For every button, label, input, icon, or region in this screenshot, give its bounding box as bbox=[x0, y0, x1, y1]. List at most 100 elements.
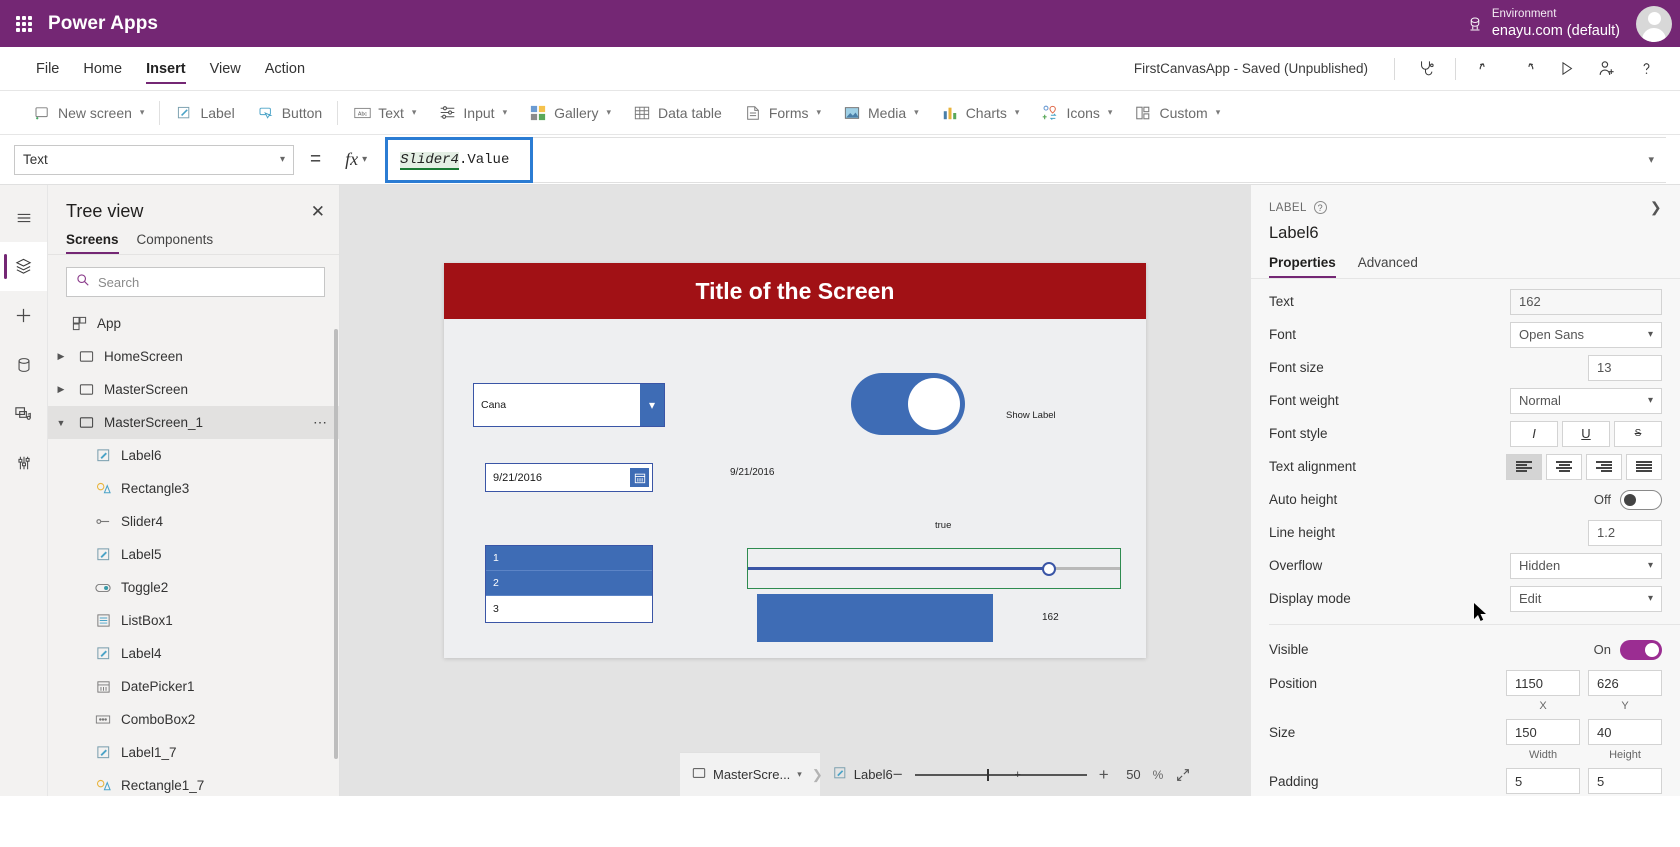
chevron-down-icon[interactable]: ▾ bbox=[640, 384, 664, 426]
advanced-tools-icon[interactable] bbox=[0, 438, 47, 487]
slider-track[interactable] bbox=[748, 561, 1120, 576]
tree-node-label4[interactable]: Label4 bbox=[48, 637, 339, 670]
undo-icon[interactable] bbox=[1466, 49, 1506, 89]
property-selector[interactable]: Text ▾ bbox=[14, 144, 294, 175]
menu-item-action[interactable]: Action bbox=[253, 47, 317, 90]
align-right-button[interactable] bbox=[1586, 453, 1622, 480]
tree-node-combobox2[interactable]: ComboBox2 bbox=[48, 703, 339, 736]
ribbon-custom[interactable]: Custom ▾ bbox=[1123, 98, 1231, 128]
app-checker-icon[interactable] bbox=[1405, 49, 1445, 89]
tree-node-listbox1[interactable]: ListBox1 bbox=[48, 604, 339, 637]
tree-node-slider4[interactable]: Slider4 bbox=[48, 505, 339, 538]
listbox-item[interactable]: 1 bbox=[486, 546, 652, 571]
help-circle-icon[interactable]: ? bbox=[1313, 201, 1327, 214]
hamburger-menu-icon[interactable] bbox=[0, 193, 47, 242]
search-box[interactable] bbox=[66, 267, 325, 297]
share-icon[interactable] bbox=[1586, 49, 1626, 89]
position-y-field[interactable]: 626 bbox=[1588, 670, 1662, 696]
more-options-icon[interactable]: ⋯ bbox=[313, 414, 329, 431]
ribbon-data-table[interactable]: Data table bbox=[622, 98, 733, 128]
italic-button[interactable]: I bbox=[1510, 420, 1558, 447]
canvas-datepicker[interactable]: 9/21/2016 bbox=[485, 463, 653, 492]
align-justify-button[interactable] bbox=[1626, 453, 1662, 480]
tree-scrollbar[interactable] bbox=[334, 329, 338, 759]
environment-block[interactable]: Environment enayu.com (default) bbox=[1492, 7, 1636, 40]
tree-node-rectangle1-7[interactable]: Rectangle1_7 bbox=[48, 769, 339, 796]
tree-node-list[interactable]: App ▶ HomeScreen ▶ MasterScreen ▼ Master… bbox=[48, 307, 339, 796]
chevron-right-icon[interactable]: ▶ bbox=[54, 351, 68, 362]
size-height-field[interactable]: 40 bbox=[1588, 719, 1662, 745]
align-center-button[interactable] bbox=[1546, 453, 1582, 480]
ribbon-forms[interactable]: Forms ▾ bbox=[733, 98, 832, 128]
tree-node-masterscreen[interactable]: ▶ MasterScreen bbox=[48, 373, 339, 406]
fit-to-screen-icon[interactable] bbox=[1175, 767, 1191, 783]
zoom-out-button[interactable]: − bbox=[893, 766, 903, 783]
redo-icon[interactable] bbox=[1506, 49, 1546, 89]
underline-button[interactable]: U bbox=[1562, 420, 1610, 447]
ribbon-input[interactable]: Input ▾ bbox=[427, 98, 518, 128]
canvas-combobox[interactable]: Cana ▾ bbox=[473, 383, 665, 427]
position-x-field[interactable]: 1150 bbox=[1506, 670, 1580, 696]
chevron-right-icon[interactable]: ▶ bbox=[54, 384, 68, 395]
menu-item-insert[interactable]: Insert bbox=[134, 47, 198, 90]
overflow-select[interactable]: Hidden ▾ bbox=[1510, 552, 1662, 579]
tree-view-layers-icon[interactable] bbox=[0, 242, 47, 291]
padding-bottom-field[interactable]: 5 bbox=[1588, 768, 1662, 794]
ribbon-text[interactable]: Abc Text ▾ bbox=[342, 98, 427, 128]
ribbon-charts[interactable]: Charts ▾ bbox=[930, 98, 1031, 128]
zoom-slider[interactable]: + bbox=[914, 768, 1087, 781]
slider-handle[interactable] bbox=[1042, 561, 1057, 576]
display-mode-select[interactable]: Edit ▾ bbox=[1510, 585, 1662, 612]
align-left-button[interactable] bbox=[1506, 453, 1542, 480]
tree-node-label5[interactable]: Label5 bbox=[48, 538, 339, 571]
listbox-item[interactable]: 3 bbox=[486, 596, 652, 621]
visible-toggle[interactable] bbox=[1620, 639, 1662, 660]
canvas-area[interactable]: Title of the Screen Cana ▾ Show Label 9/… bbox=[340, 185, 1486, 796]
breadcrumb-control[interactable]: Label6 bbox=[833, 766, 893, 783]
menu-item-home[interactable]: Home bbox=[71, 47, 134, 90]
padding-top-field[interactable]: 5 bbox=[1506, 768, 1580, 794]
font-weight-select[interactable]: Normal ▾ bbox=[1510, 387, 1662, 414]
canvas-rectangle[interactable] bbox=[757, 594, 993, 642]
tree-node-label6[interactable]: Label6 bbox=[48, 439, 339, 472]
canvas-toggle[interactable] bbox=[851, 373, 965, 435]
ribbon-label[interactable]: Label bbox=[164, 98, 245, 128]
formula-input-focused[interactable]: Slider4.Value bbox=[385, 136, 534, 183]
breadcrumb-screen[interactable]: MasterScre... ▾ bbox=[692, 766, 802, 783]
tab-properties[interactable]: Properties bbox=[1269, 255, 1336, 278]
tab-advanced[interactable]: Advanced bbox=[1358, 255, 1418, 278]
data-sources-icon[interactable] bbox=[0, 340, 47, 389]
media-library-icon[interactable] bbox=[0, 389, 47, 438]
formula-input-area[interactable]: ▾ Slider4.Value bbox=[385, 136, 1666, 183]
listbox-item[interactable]: 2 bbox=[486, 571, 652, 596]
tree-node-toggle2[interactable]: Toggle2 bbox=[48, 571, 339, 604]
chevron-right-icon[interactable]: ❯ bbox=[1650, 199, 1662, 216]
tree-node-label1-7[interactable]: Label1_7 bbox=[48, 736, 339, 769]
tree-node-rectangle3[interactable]: Rectangle3 bbox=[48, 472, 339, 505]
tree-node-app[interactable]: App bbox=[48, 307, 339, 340]
tree-node-masterscreen-1[interactable]: ▼ MasterScreen_1 ⋯ bbox=[48, 406, 339, 439]
canvas-slider-selected[interactable] bbox=[747, 548, 1121, 589]
size-width-field[interactable]: 150 bbox=[1506, 719, 1580, 745]
font-select[interactable]: Open Sans ▾ bbox=[1510, 321, 1662, 348]
avatar[interactable] bbox=[1636, 5, 1680, 42]
help-icon[interactable] bbox=[1626, 49, 1666, 89]
ribbon-gallery[interactable]: Gallery ▾ bbox=[518, 98, 622, 128]
close-icon[interactable]: ✕ bbox=[311, 203, 325, 220]
chevron-down-icon[interactable]: ▾ bbox=[797, 769, 802, 780]
ribbon-new-screen[interactable]: New screen ▾ bbox=[22, 98, 155, 128]
tree-node-homescreen[interactable]: ▶ HomeScreen bbox=[48, 340, 339, 373]
ribbon-icons[interactable]: Icons ▾ bbox=[1030, 98, 1123, 128]
chevron-down-icon[interactable]: ▾ bbox=[1648, 153, 1654, 166]
strikethrough-button[interactable]: S bbox=[1614, 420, 1662, 447]
tab-screens[interactable]: Screens bbox=[66, 232, 119, 254]
formula-input-remainder[interactable]: ▾ bbox=[533, 136, 1666, 183]
play-preview-icon[interactable] bbox=[1546, 49, 1586, 89]
ribbon-media[interactable]: Media ▾ bbox=[832, 98, 930, 128]
calendar-icon[interactable] bbox=[630, 468, 649, 487]
chevron-down-icon[interactable]: ▼ bbox=[54, 418, 68, 428]
menu-item-view[interactable]: View bbox=[198, 47, 253, 90]
font-size-field[interactable]: 13 bbox=[1588, 354, 1662, 381]
search-input[interactable] bbox=[98, 274, 315, 290]
ribbon-button[interactable]: Button bbox=[246, 98, 333, 128]
